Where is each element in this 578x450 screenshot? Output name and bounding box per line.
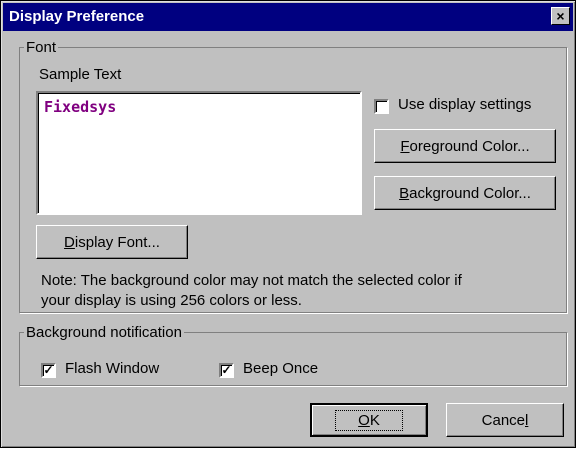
checkmark-icon: ✓: [221, 363, 232, 377]
cancel-button[interactable]: Cancel: [446, 403, 564, 437]
font-group-legend: Font: [26, 39, 57, 56]
use-display-settings-label[interactable]: Use display settings: [398, 96, 531, 113]
use-display-settings-checkbox[interactable]: [374, 99, 389, 114]
display-font-label: Display Font...: [64, 233, 160, 251]
color-note-line-2: your display is using 256 colors or less…: [41, 292, 302, 309]
beep-once-checkbox[interactable]: ✓: [219, 363, 234, 378]
title-bar[interactable]: Display Preference ×: [3, 3, 573, 31]
display-preference-dialog: Display Preference × Font Sample Text Fi…: [0, 0, 576, 448]
ok-button[interactable]: OK: [310, 403, 428, 437]
window-title: Display Preference: [9, 8, 145, 25]
sample-text-preview: Fixedsys: [36, 91, 362, 215]
background-color-label: Background Color...: [399, 184, 531, 202]
color-note: Note: The background color may not match…: [41, 271, 561, 311]
display-font-button[interactable]: Display Font...: [36, 225, 188, 259]
beep-once-label[interactable]: Beep Once: [243, 360, 318, 377]
foreground-color-label: Foreground Color...: [400, 137, 530, 155]
background-color-button[interactable]: Background Color...: [374, 176, 556, 210]
color-note-line-1: Note: The background color may not match…: [41, 272, 462, 289]
close-button[interactable]: ×: [551, 7, 570, 25]
flash-window-checkbox[interactable]: ✓: [41, 363, 56, 378]
flash-window-label[interactable]: Flash Window: [65, 360, 159, 377]
background-notification-legend: Background notification: [26, 324, 182, 341]
sample-font-name: Fixedsys: [44, 98, 117, 116]
close-icon: ×: [556, 8, 565, 24]
sample-text-label: Sample Text: [39, 66, 122, 83]
cancel-label: Cancel: [481, 411, 529, 429]
foreground-color-button[interactable]: Foreground Color...: [374, 129, 556, 163]
ok-label: OK: [335, 409, 403, 431]
checkmark-icon: ✓: [43, 363, 54, 377]
